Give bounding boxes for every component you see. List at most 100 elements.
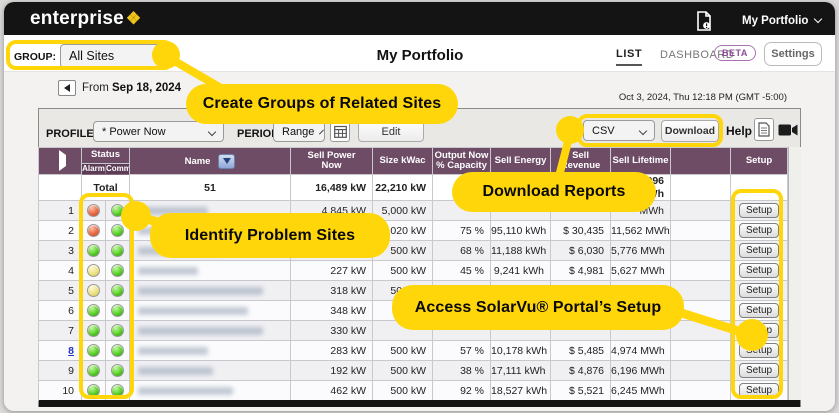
setup-button[interactable]: Setup	[739, 363, 779, 378]
site-name-cell[interactable]	[130, 361, 291, 381]
comm-led-green[interactable]	[111, 384, 124, 397]
table-row: 3500 kW68 %11,188 kWh$ 6,0305,776 MWhSet…	[39, 241, 788, 261]
calendar-button[interactable]	[330, 121, 350, 142]
setup-button[interactable]: Setup	[739, 223, 779, 238]
site-name-cell[interactable]	[130, 221, 291, 241]
arrow-right-icon	[59, 150, 66, 171]
blank-cell	[671, 201, 731, 221]
chevron-down-icon	[814, 15, 822, 23]
setup-cell: Setup	[731, 281, 788, 301]
logo-diamond-icon: ❖	[126, 9, 141, 28]
alarm-led-green[interactable]	[87, 344, 100, 357]
alarm-led-green[interactable]	[87, 364, 100, 377]
alarm-led-green[interactable]	[87, 244, 100, 257]
comm-led-green[interactable]	[111, 244, 124, 257]
comm-led-green[interactable]	[111, 324, 124, 337]
col-name[interactable]: Name	[130, 148, 291, 175]
setup-button[interactable]: Setup	[739, 323, 779, 338]
sell-energy-cell	[491, 281, 551, 301]
alarm-led-yellow[interactable]	[87, 284, 100, 297]
col-sell-power[interactable]: Sell Power Now	[291, 148, 373, 175]
group-select[interactable]: All Sites	[60, 44, 172, 68]
settings-button[interactable]: Settings	[764, 42, 822, 66]
my-portfolio-menu[interactable]: My Portfolio	[742, 15, 821, 27]
col-sell-revenue[interactable]: Sell Revenue	[551, 148, 611, 175]
sell-lifetime-cell	[611, 281, 671, 301]
expand-all-button[interactable]	[39, 148, 82, 175]
sell-lifetime-cell: 6,196 MWh	[611, 361, 671, 381]
alarm-led-yellow[interactable]	[87, 264, 100, 277]
total-setup-blank	[731, 175, 788, 201]
alarm-led-green[interactable]	[87, 324, 100, 337]
document-icon	[758, 122, 770, 137]
site-name-cell[interactable]	[130, 241, 291, 261]
solarvu-enterprise-portal: enterprise❖ My Portfolio GROUP: All Site…	[0, 0, 839, 413]
comm-led-green[interactable]	[111, 284, 124, 297]
col-sell-energy[interactable]: Sell Energy	[491, 148, 551, 175]
back-button[interactable]	[58, 80, 76, 96]
col-alarm[interactable]: Alarm	[82, 164, 106, 175]
site-name-cell[interactable]	[130, 381, 291, 401]
vertical-scrollbar-track[interactable]	[788, 147, 801, 400]
table-row: 5318 kW500 kWSetup	[39, 281, 788, 301]
comm-led-green[interactable]	[111, 224, 124, 237]
col-size[interactable]: Size kWac	[373, 148, 433, 175]
alarm-cell	[82, 261, 106, 281]
alarm-led-green[interactable]	[87, 384, 100, 397]
setup-button[interactable]: Setup	[739, 243, 779, 258]
col-comm[interactable]: Comm.	[106, 164, 130, 175]
report-export-icon[interactable]	[696, 11, 712, 36]
horizontal-scrollbar[interactable]	[39, 400, 800, 407]
blank-cell	[671, 381, 731, 401]
tab-list[interactable]: LIST	[616, 48, 642, 66]
table-row: 10462 kW500 kW92 %18,527 kWh$ 5,5216,245…	[39, 381, 788, 401]
col-sell-lifetime[interactable]: Sell Lifetime	[611, 148, 671, 175]
row-number-link[interactable]: 8	[39, 345, 81, 357]
calendar-icon	[334, 125, 347, 138]
edit-button[interactable]: Edit	[358, 121, 424, 142]
col-output[interactable]: Output Now % Capacity	[433, 148, 491, 175]
site-name-redacted	[138, 267, 198, 275]
site-name-cell[interactable]	[130, 201, 291, 221]
help-document-button[interactable]	[754, 118, 774, 141]
setup-cell: Setup	[731, 361, 788, 381]
alarm-led-green[interactable]	[87, 304, 100, 317]
from-date-value[interactable]: Sep 18, 2024	[112, 82, 181, 94]
comm-led-green[interactable]	[111, 304, 124, 317]
site-name-cell[interactable]	[130, 301, 291, 321]
site-name-cell[interactable]	[130, 261, 291, 281]
col-setup[interactable]: Setup	[731, 148, 788, 175]
comm-led-green[interactable]	[111, 364, 124, 377]
setup-button[interactable]: Setup	[739, 383, 779, 398]
sites-table: Status Name Sell Power Now Size kWac Out…	[38, 147, 788, 401]
setup-button[interactable]: Setup	[739, 343, 779, 358]
setup-button[interactable]: Setup	[739, 283, 779, 298]
sort-name-button[interactable]	[218, 154, 235, 169]
row-number-cell: 5	[39, 281, 82, 301]
site-name-cell[interactable]	[130, 341, 291, 361]
size-cell: 500 kW	[373, 261, 433, 281]
alarm-cell	[82, 361, 106, 381]
comm-led-green[interactable]	[111, 264, 124, 277]
comm-led-green[interactable]	[111, 344, 124, 357]
col-status[interactable]: Status	[82, 148, 130, 164]
setup-button[interactable]: Setup	[739, 203, 779, 218]
alarm-led-red[interactable]	[87, 204, 100, 217]
period-select[interactable]: Range	[273, 121, 325, 142]
sell-power-cell: 192 kW	[291, 361, 373, 381]
table-row: 25,020 kW75 %95,110 kWh$ 30,43511,562 MW…	[39, 221, 788, 241]
row-number: 7	[39, 325, 81, 337]
total-size: 22,210 kW	[373, 175, 433, 201]
group-selected-value: All Sites	[69, 49, 114, 63]
export-format-select[interactable]: CSV	[583, 120, 655, 141]
comm-led-green[interactable]	[111, 204, 124, 217]
setup-button[interactable]: Setup	[739, 263, 779, 278]
download-button[interactable]: Download	[661, 120, 719, 142]
sell-revenue-cell	[551, 301, 611, 321]
alarm-led-red[interactable]	[87, 224, 100, 237]
setup-button[interactable]: Setup	[739, 303, 779, 318]
site-name-cell[interactable]	[130, 321, 291, 341]
video-help-button[interactable]	[777, 120, 799, 140]
profile-select[interactable]: * Power Now	[93, 121, 224, 142]
site-name-cell[interactable]	[130, 281, 291, 301]
